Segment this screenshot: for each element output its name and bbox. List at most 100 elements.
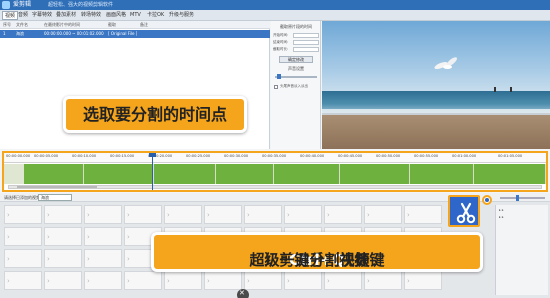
thumbnail-cell[interactable] bbox=[164, 271, 202, 290]
timeline[interactable]: 00:00:00.000 00:00:05.000 00:00:10.000 0… bbox=[2, 151, 548, 192]
thumbnail-cell[interactable] bbox=[284, 271, 322, 290]
tick-label: 00:00:50.000 bbox=[376, 154, 401, 158]
fade-checkbox[interactable] bbox=[274, 85, 278, 89]
tick-label: 00:00:05.000 bbox=[34, 154, 59, 158]
thumbnail-cell[interactable] bbox=[364, 205, 402, 224]
timeline-ruler[interactable]: 00:00:00.000 00:00:05.000 00:00:10.000 0… bbox=[4, 153, 546, 163]
menu-audio[interactable]: 音频 bbox=[16, 11, 30, 20]
thumbnail-cell[interactable] bbox=[124, 271, 162, 290]
scissors-icon bbox=[456, 202, 476, 224]
thumbnail-cell[interactable] bbox=[4, 271, 42, 290]
menu-upgrade[interactable]: 升级与服务 bbox=[167, 11, 196, 20]
thumbnail-cell[interactable] bbox=[44, 227, 82, 246]
end-time-input[interactable] bbox=[293, 40, 319, 45]
tick-label: 00:00:25.000 bbox=[186, 154, 211, 158]
thumbnail-cell[interactable] bbox=[44, 205, 82, 224]
thumbnail-cell[interactable] bbox=[204, 205, 242, 224]
video-select[interactable]: 海浪 bbox=[38, 194, 72, 201]
thumbnail-cell[interactable] bbox=[124, 205, 162, 224]
thumbnail-cell[interactable] bbox=[324, 205, 362, 224]
thumbnail-cell[interactable] bbox=[84, 227, 122, 246]
menu-overlay[interactable]: 叠加素材 bbox=[54, 11, 78, 20]
clip-settings-panel: 截取原片段的时间 开始时间: 结束时间: 截取时长: 确定修改 声音设置 头尾声… bbox=[271, 21, 321, 149]
mini-panel-line: ▸ ▸ bbox=[499, 215, 504, 219]
audio-waveform-track[interactable] bbox=[4, 164, 546, 184]
app-name: 爱剪辑 bbox=[13, 1, 32, 8]
bottom-close-icon[interactable] bbox=[237, 289, 249, 298]
app-subtitle: 超轻松、强大的视频剪辑软件 bbox=[48, 2, 114, 8]
close-icon[interactable] bbox=[482, 195, 492, 205]
video-select-label: 请选择已添加的视频 bbox=[4, 195, 40, 200]
side-mini-panel: ▸ ▸ ▸ ▸ bbox=[495, 205, 548, 295]
thumbnail-cell[interactable] bbox=[4, 205, 42, 224]
confirm-button[interactable]: 确定修改 bbox=[279, 56, 313, 63]
playhead-line[interactable] bbox=[152, 153, 153, 190]
tick-label: 00:00:00.000 bbox=[6, 154, 31, 158]
tick-label: 00:00:45.000 bbox=[338, 154, 363, 158]
menu-subtitle[interactable]: 字幕特效 bbox=[30, 11, 54, 20]
end-time-label: 结束时间: bbox=[273, 40, 289, 44]
timeline-scrollbar-thumb[interactable] bbox=[17, 186, 97, 188]
thumbnail-cell[interactable] bbox=[84, 271, 122, 290]
fade-checkbox-label: 头尾声音淡入淡出 bbox=[280, 84, 308, 88]
thumbnail-cell[interactable] bbox=[244, 205, 282, 224]
start-time-input[interactable] bbox=[293, 33, 319, 38]
tooltip-suffix: ）一键分割视频 bbox=[264, 251, 370, 269]
header-time: 在最终影片中的时间 bbox=[44, 22, 80, 27]
tick-label: 00:01:00.000 bbox=[452, 154, 477, 158]
tick-label: 00:00:10.000 bbox=[72, 154, 97, 158]
super-scissors-button[interactable] bbox=[448, 195, 480, 227]
zoom-slider[interactable] bbox=[500, 195, 545, 201]
thumbnail-cell[interactable] bbox=[364, 271, 402, 290]
waveform-segment bbox=[274, 164, 340, 184]
thumbnail-cell[interactable] bbox=[324, 271, 362, 290]
start-time-label: 开始时间: bbox=[273, 33, 289, 37]
thumbnail-cell[interactable] bbox=[84, 205, 122, 224]
video-preview bbox=[322, 21, 550, 149]
menu-mtv[interactable]: MTV bbox=[128, 11, 143, 20]
section-trim-title: 截取原片段的时间 bbox=[280, 24, 312, 29]
row-time: 00:00:00.000 ~ 00:01:02.000 bbox=[44, 31, 104, 36]
tooltip-select-split-point-text: 选取要分割的时间点 bbox=[82, 105, 227, 124]
list-row[interactable]: 1 海浪 00:00:00.000 ~ 00:01:02.000 [ Origi… bbox=[0, 30, 270, 38]
tick-label: 00:00:40.000 bbox=[300, 154, 325, 158]
thumbnail-cell[interactable] bbox=[84, 249, 122, 268]
thumbnail-cell[interactable] bbox=[204, 271, 242, 290]
thumbnail-cell[interactable] bbox=[404, 205, 442, 224]
thumbnail-cell[interactable] bbox=[44, 271, 82, 290]
preview-sand bbox=[322, 115, 550, 149]
thumbnail-cell[interactable] bbox=[4, 227, 42, 246]
header-clip: 截取 bbox=[108, 22, 116, 27]
app-logo-icon bbox=[2, 1, 10, 9]
duration-input[interactable] bbox=[293, 47, 319, 52]
row-name: 海浪 bbox=[16, 31, 24, 36]
timeline-scrollbar[interactable] bbox=[8, 185, 542, 189]
tooltip-super-scissors: 超级剪刀手（快捷键 Ctrl+Q ）一键分割视频 bbox=[151, 232, 483, 272]
duration-label: 截取时长: bbox=[273, 47, 289, 51]
seagull-body bbox=[443, 65, 452, 69]
zoom-slider-knob[interactable] bbox=[516, 195, 519, 201]
mini-panel-line: ▸ ▸ bbox=[499, 208, 504, 212]
row-index: 1 bbox=[3, 31, 6, 36]
waveform-segment bbox=[154, 164, 216, 184]
app-window: 爱剪辑 超轻松、强大的视频剪辑软件 视频 音频 字幕特效 叠加素材 转场特效 画… bbox=[0, 0, 550, 298]
waveform-segment bbox=[340, 164, 410, 184]
menu-transition[interactable]: 转场特效 bbox=[79, 11, 103, 20]
menu-style[interactable]: 画面风格 bbox=[104, 11, 128, 20]
header-note: 备注 bbox=[140, 22, 148, 27]
tick-label: 00:00:55.000 bbox=[414, 154, 439, 158]
thumbnail-cell[interactable] bbox=[164, 205, 202, 224]
menu-karaoke[interactable]: 卡拉OK bbox=[145, 11, 166, 20]
waveform-segment bbox=[474, 164, 546, 184]
title-bar: 爱剪辑 超轻松、强大的视频剪辑软件 bbox=[0, 0, 550, 10]
thumbnail-cell[interactable] bbox=[4, 249, 42, 268]
thumbnail-cell[interactable] bbox=[284, 205, 322, 224]
thumbnail-cell[interactable] bbox=[44, 249, 82, 268]
thumbnail-cell[interactable] bbox=[244, 271, 282, 290]
volume-slider-knob[interactable] bbox=[277, 74, 281, 79]
preview-sky bbox=[322, 21, 550, 91]
waveform-segment bbox=[410, 164, 474, 184]
volume-slider[interactable] bbox=[275, 74, 317, 79]
thumbnail-cell[interactable] bbox=[404, 271, 442, 290]
header-index: 序号 bbox=[3, 22, 11, 27]
